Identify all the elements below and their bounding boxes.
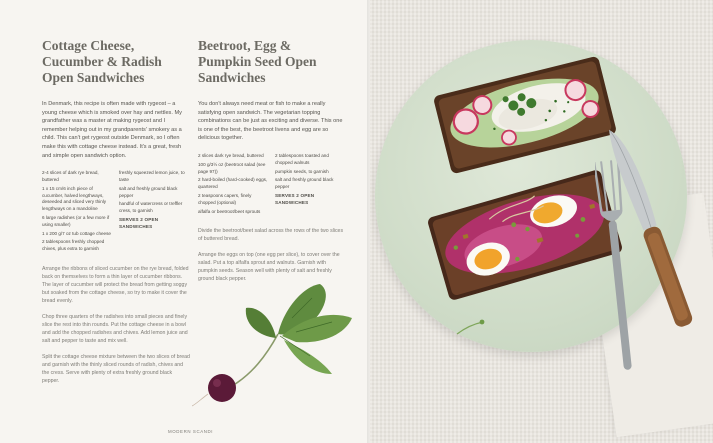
recipe-2-title: Beetroot, Egg & Pumpkin Seed Open Sandwi… <box>198 38 317 85</box>
ingredient: 6 large radishes (or a few more if using… <box>42 214 110 227</box>
ingredient: 1 x 15 cm/6 inch piece of cucumber, halv… <box>42 185 107 212</box>
recipe-1-ingredients: 2-4 slices of dark rye bread, buttered 1… <box>42 170 190 255</box>
recipe-1-title: Cottage Cheese, Cucumber & Radish Open S… <box>42 38 162 85</box>
cottage-cheese-sandwich <box>434 56 616 174</box>
recipe-1-ingredients-col-a: 2-4 slices of dark rye bread, buttered 1… <box>42 170 113 255</box>
recipe-1-ingredients-col-b: freshly squeezed lemon juice, to taste s… <box>119 170 190 255</box>
recipe-2-ingredients-col-a: 2 slices dark rye bread, buttered 100 g/… <box>198 153 269 217</box>
recipe-column-2: Beetroot, Egg & Pumpkin Seed Open Sandwi… <box>198 38 346 291</box>
ingredient: salt and freshly ground black pepper <box>275 177 334 190</box>
ingredient: alfalfa or beetroot/beet sprouts <box>198 208 261 214</box>
serves-label: SERVES 2 OPEN SANDWICHES <box>275 192 315 205</box>
ingredient: pumpkin seeds, to garnish <box>275 168 329 174</box>
ingredient: 2 tablespoons freshly chopped chives, pl… <box>42 239 105 252</box>
sprout-garnish <box>456 319 485 335</box>
ingredient: 100 g/3½ oz (beetroot salad (see page 97… <box>198 161 266 174</box>
cookbook-spread: Cottage Cheese, Cucumber & Radish Open S… <box>0 0 713 443</box>
ingredient: 2 slices dark rye bread, buttered <box>198 152 264 158</box>
left-page: Cottage Cheese, Cucumber & Radish Open S… <box>0 0 370 443</box>
page-footer: MODERN SCANDI <box>168 429 214 434</box>
ingredient: 2 teaspoons capers, finely chopped (opti… <box>198 192 252 205</box>
recipe-2-ingredients: 2 slices dark rye bread, buttered 100 g/… <box>198 153 346 217</box>
ingredient: 2-4 slices of dark rye bread, buttered <box>42 170 99 182</box>
recipe-1-intro: In Denmark, this recipe is often made wi… <box>42 101 182 159</box>
recipe-column-1: Cottage Cheese, Cucumber & Radish Open S… <box>42 38 190 393</box>
recipe-2-ingredients-col-b: 2 tablespoons toasted and chopped walnut… <box>275 153 346 217</box>
recipe-1-method-step: Split the cottage cheese mixture between… <box>42 353 190 384</box>
ingredient: 2 tablespoons toasted and chopped walnut… <box>275 152 329 165</box>
ingredient: 1 x 200 g/7 oz tub cottage cheese <box>42 230 111 236</box>
radish-photo <box>192 284 352 407</box>
ingredient: freshly squeezed lemon juice, to taste <box>119 170 185 182</box>
right-page-photo <box>370 0 713 443</box>
recipe-2-method-step: Divide the beetroot/beet salad across th… <box>198 228 344 243</box>
recipe-2-intro: You don't always need meat or fish to ma… <box>198 101 343 142</box>
serves-label: SERVES 2 OPEN SANDWICHES <box>119 216 159 229</box>
ingredient: salt and freshly ground black pepper <box>119 185 178 198</box>
recipe-1-method-step: Arrange the ribbons of sliced cucumber o… <box>42 265 189 304</box>
recipe-1-method-step: Chop three quarters of the radishes into… <box>42 313 188 344</box>
knife <box>608 129 693 327</box>
ingredient: 2 hard-boiled (hard-cooked) eggs, quarte… <box>198 177 268 190</box>
ingredient: handful of watercress or treffler cress,… <box>119 201 183 214</box>
